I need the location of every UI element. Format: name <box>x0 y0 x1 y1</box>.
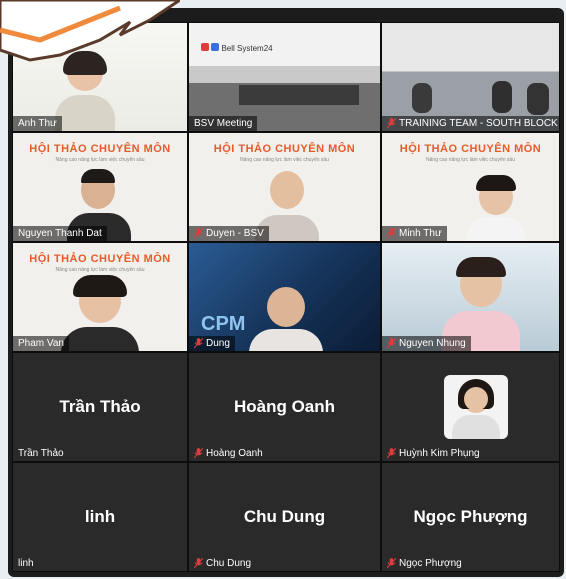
participant-name: TRAINING TEAM - SOUTH BLOCK D <box>399 118 560 129</box>
participant-tile[interactable]: Bell System24 BSV Meeting <box>188 22 381 132</box>
mic-muted-icon <box>194 558 203 569</box>
brand-logo: Bell System24 <box>201 43 273 53</box>
participant-name: Duyen - BSV <box>206 228 264 239</box>
participant-tile[interactable]: Nguyen Nhung <box>381 242 560 352</box>
participant-tile[interactable]: HỘI THẢO CHUYÊN MÔN Nâng cao năng lực là… <box>12 242 188 352</box>
participant-name-tag: Nguyen Nhung <box>382 336 471 351</box>
participant-video <box>61 275 139 351</box>
participant-tile[interactable]: Huỳnh Kim Phụng <box>381 352 560 462</box>
participant-grid: Anh Thư Bell System24 BSV Meeting TRAINI… <box>12 22 560 572</box>
banner-subtitle: Nâng cao năng lực làm việc chuyên sâu <box>55 157 145 163</box>
participant-tile[interactable]: CPM Dung <box>188 242 381 352</box>
participant-name-tag: Nguyen Thanh Dat <box>13 226 107 241</box>
banner-subtitle: Nâng cao năng lực làm việc chuyên sâu <box>426 157 515 163</box>
mic-muted-icon <box>194 338 203 349</box>
mic-muted-icon <box>387 448 396 459</box>
participant-name-tag: Chu Dung <box>189 556 256 571</box>
participant-tile[interactable]: Hoàng Oanh Hoàng Oanh <box>188 352 381 462</box>
participant-tile[interactable]: TRAINING TEAM - SOUTH BLOCK D <box>381 22 560 132</box>
participant-name: Chu Dung <box>206 558 252 569</box>
participant-name-tag: Minh Thư <box>382 226 447 241</box>
participant-name-tag: linh <box>13 556 39 571</box>
avatar <box>444 375 508 439</box>
participant-name-tag: Ngọc Phượng <box>382 556 467 571</box>
banner-title: HỘI THẢO CHUYÊN MÔN <box>399 143 542 155</box>
participant-name-tag: Trần Thảo <box>13 446 69 461</box>
participant-name: Pham Van <box>18 338 64 349</box>
participant-name: Ngọc Phượng <box>399 558 462 569</box>
meeting-window: Anh Thư Bell System24 BSV Meeting TRAINI… <box>8 8 564 577</box>
participant-tile[interactable]: Chu Dung Chu Dung <box>188 462 381 572</box>
participant-video <box>466 175 526 241</box>
participant-name: Huỳnh Kim Phụng <box>399 448 480 459</box>
decorative-sticker <box>0 0 180 62</box>
participant-name: Nguyen Thanh Dat <box>18 228 102 239</box>
participant-video <box>249 281 323 351</box>
participant-name: Dung <box>206 338 230 349</box>
participant-tile[interactable]: linh linh <box>12 462 188 572</box>
participant-name: Trần Thảo <box>18 448 64 459</box>
participant-name-tag: Anh Thư <box>13 116 62 131</box>
banner-title: HỘI THẢO CHUYÊN MÔN <box>29 253 171 265</box>
mic-muted-icon <box>387 228 396 239</box>
mic-muted-icon <box>194 448 203 459</box>
participant-display-name: linh <box>84 507 116 526</box>
participant-name-tag: TRAINING TEAM - SOUTH BLOCK D <box>382 116 560 131</box>
participant-name-tag: Hoàng Oanh <box>189 446 268 461</box>
participant-tile[interactable]: HỘI THẢO CHUYÊN MÔN Nâng cao năng lực là… <box>188 132 381 242</box>
participant-tile[interactable]: Trần Thảo Trần Thảo <box>12 352 188 462</box>
participant-name: Minh Thư <box>399 228 442 239</box>
participant-tile[interactable]: Ngọc Phượng Ngọc Phượng <box>381 462 560 572</box>
mic-muted-icon <box>387 558 396 569</box>
participant-name: Nguyen Nhung <box>399 338 466 349</box>
participant-display-name: Trần Thảo <box>59 397 141 416</box>
banner-title: HỘI THẢO CHUYÊN MÔN <box>213 143 356 155</box>
banner-subtitle: Nâng cao năng lực làm việc chuyên sâu <box>55 267 145 273</box>
banner-subtitle: Nâng cao năng lực làm việc chuyên sâu <box>240 157 329 163</box>
mic-muted-icon <box>194 228 203 239</box>
participant-tile[interactable]: HỘI THẢO CHUYÊN MÔN Nâng cao năng lực là… <box>12 132 188 242</box>
participant-display-name: Hoàng Oanh <box>233 397 336 416</box>
participant-display-name: Chu Dung <box>243 507 326 526</box>
participant-name-tag: Huỳnh Kim Phụng <box>382 446 485 461</box>
participant-name-tag: Pham Van <box>13 336 69 351</box>
participant-display-name: Ngọc Phượng <box>413 507 528 526</box>
participant-name-tag: BSV Meeting <box>189 116 258 131</box>
mic-muted-icon <box>387 338 396 349</box>
banner-title: HỘI THẢO CHUYÊN MÔN <box>29 143 171 155</box>
mic-muted-icon <box>387 118 396 129</box>
participant-name: Anh Thư <box>18 118 57 129</box>
participant-name-tag: Dung <box>189 336 235 351</box>
participant-name-tag: Duyen - BSV <box>189 226 269 241</box>
participant-name: linh <box>18 558 34 569</box>
participant-name: BSV Meeting <box>194 118 253 129</box>
participant-tile[interactable]: HỘI THẢO CHUYÊN MÔN Nâng cao năng lực là… <box>381 132 560 242</box>
participant-name: Hoàng Oanh <box>206 448 263 459</box>
